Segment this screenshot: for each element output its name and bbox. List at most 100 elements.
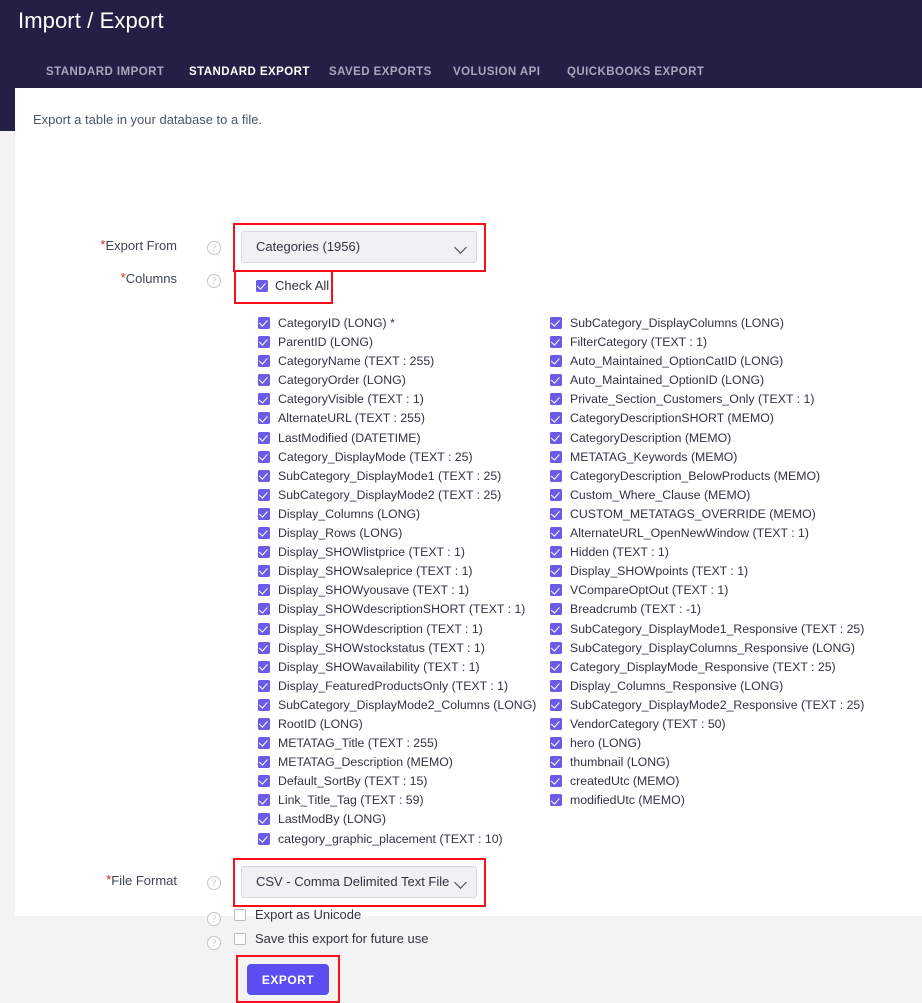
column-checkbox-item[interactable]: SubCategory_DisplayMode2_Responsive (TEX… [550, 696, 910, 715]
column-checkbox-item[interactable]: Display_SHOWdescriptionSHORT (TEXT : 1) [258, 600, 538, 619]
export-as-unicode-checkbox[interactable]: Export as Unicode [234, 907, 361, 922]
column-checkbox-item[interactable]: AlternateURL_OpenNewWindow (TEXT : 1) [550, 524, 910, 543]
column-checkbox-item[interactable]: Display_SHOWlistprice (TEXT : 1) [258, 543, 538, 562]
column-checkbox-item[interactable]: Display_SHOWavailability (TEXT : 1) [258, 658, 538, 677]
column-checkbox-item[interactable]: ParentID (LONG) [258, 333, 538, 352]
column-checkbox-item[interactable]: AlternateURL (TEXT : 255) [258, 409, 538, 428]
column-checkbox-item[interactable]: Custom_Where_Clause (MEMO) [550, 486, 910, 505]
checkbox-glyph [550, 355, 562, 368]
column-checkbox-item[interactable]: SubCategory_DisplayMode1_Responsive (TEX… [550, 620, 910, 639]
column-checkbox-item[interactable]: LastModBy (LONG) [258, 810, 538, 829]
column-checkbox-item[interactable]: Display_Columns (LONG) [258, 505, 538, 524]
question-mark-icon[interactable]: ? [207, 241, 221, 255]
tab-volusion-api[interactable]: VOLUSION API [453, 60, 540, 88]
column-checkbox-item[interactable]: Hidden (TEXT : 1) [550, 543, 910, 562]
column-checkbox-item[interactable]: CategoryVisible (TEXT : 1) [258, 390, 538, 409]
column-label: LastModified (DATETIME) [278, 430, 421, 445]
column-label: SubCategory_DisplayMode2_Columns (LONG) [278, 697, 537, 712]
question-mark-icon[interactable]: ? [207, 936, 221, 950]
column-checkbox-item[interactable]: LastModified (DATETIME) [258, 429, 538, 448]
column-checkbox-item[interactable]: METATAG_Title (TEXT : 255) [258, 734, 538, 753]
checkbox-glyph [550, 660, 562, 673]
column-label: Category_DisplayMode (TEXT : 25) [278, 449, 473, 464]
tab-bar: STANDARD IMPORT STANDARD EXPORT SAVED EX… [0, 60, 922, 93]
question-mark-icon[interactable]: ? [207, 876, 221, 890]
checkbox-glyph [258, 393, 270, 406]
column-checkbox-item[interactable]: createdUtc (MEMO) [550, 772, 910, 791]
column-checkbox-item[interactable]: METATAG_Keywords (MEMO) [550, 448, 910, 467]
check-all-label: Check All [275, 278, 330, 293]
tab-standard-import[interactable]: STANDARD IMPORT [46, 60, 164, 88]
save-export-label: Save this export for future use [255, 931, 429, 946]
column-checkbox-item[interactable]: Category_DisplayMode (TEXT : 25) [258, 448, 538, 467]
column-checkbox-item[interactable]: VendorCategory (TEXT : 50) [550, 715, 910, 734]
column-label: METATAG_Title (TEXT : 255) [278, 736, 438, 751]
required-asterisk: * [106, 872, 112, 887]
column-checkbox-item[interactable]: Category_DisplayMode_Responsive (TEXT : … [550, 658, 910, 677]
column-checkbox-item[interactable]: SubCategory_DisplayMode1 (TEXT : 25) [258, 467, 538, 486]
column-checkbox-item[interactable]: Breadcrumb (TEXT : -1) [550, 600, 910, 619]
column-checkbox-item[interactable]: SubCategory_DisplayColumns (LONG) [550, 314, 910, 333]
question-mark-icon[interactable]: ? [207, 912, 221, 926]
column-checkbox-item[interactable]: CategoryDescriptionSHORT (MEMO) [550, 409, 910, 428]
column-checkbox-item[interactable]: CategoryDescription_BelowProducts (MEMO) [550, 467, 910, 486]
column-checkbox-item[interactable]: CategoryDescription (MEMO) [550, 429, 910, 448]
export-button[interactable]: EXPORT [247, 964, 329, 995]
column-checkbox-item[interactable]: SubCategory_DisplayMode2 (TEXT : 25) [258, 486, 538, 505]
checkbox-glyph [258, 679, 270, 692]
check-all-checkbox[interactable]: Check All [256, 278, 329, 293]
column-label: ParentID (LONG) [278, 335, 373, 350]
column-checkbox-item[interactable]: Display_SHOWsaleprice (TEXT : 1) [258, 562, 538, 581]
column-checkbox-item[interactable]: Link_Title_Tag (TEXT : 59) [258, 791, 538, 810]
column-checkbox-item[interactable]: Auto_Maintained_OptionID (LONG) [550, 371, 910, 390]
tab-label: STANDARD IMPORT [46, 66, 165, 78]
column-checkbox-item[interactable]: SubCategory_DisplayColumns_Responsive (L… [550, 639, 910, 658]
checkbox-glyph [550, 737, 562, 750]
column-checkbox-item[interactable]: Display_SHOWstockstatus (TEXT : 1) [258, 639, 538, 658]
column-checkbox-item[interactable]: RootID (LONG) [258, 715, 538, 734]
column-checkbox-item[interactable]: Display_Columns_Responsive (LONG) [550, 677, 910, 696]
column-checkbox-item[interactable]: Display_Rows (LONG) [258, 524, 538, 543]
tab-standard-export[interactable]: STANDARD EXPORT [181, 60, 318, 93]
checkbox-glyph [550, 603, 562, 616]
checkbox-glyph [550, 546, 562, 559]
checkbox-glyph [550, 469, 562, 482]
column-checkbox-item[interactable]: Display_SHOWdescription (TEXT : 1) [258, 620, 538, 639]
checkbox-glyph [258, 431, 270, 444]
column-checkbox-item[interactable]: Default_SortBy (TEXT : 15) [258, 772, 538, 791]
columns-list-left: CategoryID (LONG) * ParentID (LONG) Catego… [258, 314, 538, 849]
checkbox-glyph [550, 584, 562, 597]
column-label: CategoryID (LONG) * [278, 316, 395, 330]
column-checkbox-item[interactable]: CategoryOrder (LONG) [258, 371, 538, 390]
column-checkbox-item[interactable]: Display_FeaturedProductsOnly (TEXT : 1) [258, 677, 538, 696]
export-from-select[interactable]: Categories (1956) [241, 231, 477, 263]
column-checkbox-item[interactable]: Display_SHOWpoints (TEXT : 1) [550, 562, 910, 581]
column-checkbox-item[interactable]: METATAG_Description (MEMO) [258, 753, 538, 772]
column-checkbox-item[interactable]: CUSTOM_METATAGS_OVERRIDE (MEMO) [550, 505, 910, 524]
column-checkbox-item[interactable]: SubCategory_DisplayMode2_Columns (LONG) [258, 696, 538, 715]
column-checkbox-item[interactable]: modifiedUtc (MEMO) [550, 791, 910, 810]
column-label: METATAG_Keywords (MEMO) [570, 449, 738, 464]
column-label: Custom_Where_Clause (MEMO) [570, 487, 751, 502]
column-checkbox-item[interactable]: thumbnail (LONG) [550, 753, 910, 772]
column-checkbox-item[interactable]: VCompareOptOut (TEXT : 1) [550, 581, 910, 600]
question-mark-icon[interactable]: ? [207, 274, 221, 288]
checkbox-glyph [550, 527, 562, 540]
column-checkbox-item[interactable]: CategoryName (TEXT : 255) [258, 352, 538, 371]
tab-saved-exports[interactable]: SAVED EXPORTS [329, 60, 432, 88]
save-export-checkbox[interactable]: Save this export for future use [234, 931, 428, 946]
file-format-select[interactable]: CSV - Comma Delimited Text File [241, 866, 477, 898]
checkbox-glyph [550, 336, 562, 349]
checkbox-glyph [258, 412, 270, 425]
column-checkbox-item[interactable]: Display_SHOWyousave (TEXT : 1) [258, 581, 538, 600]
checkbox-glyph [550, 374, 562, 387]
tab-quickbooks-export[interactable]: QUICKBOOKS EXPORT [567, 60, 704, 88]
column-checkbox-item[interactable]: hero (LONG) [550, 734, 910, 753]
column-checkbox-item[interactable]: Private_Section_Customers_Only (TEXT : 1… [550, 390, 910, 409]
column-checkbox-item[interactable]: FilterCategory (TEXT : 1) [550, 333, 910, 352]
column-checkbox-item[interactable]: category_graphic_placement (TEXT : 10) [258, 830, 538, 849]
page-title: Import / Export [18, 8, 164, 33]
checkbox-glyph [258, 832, 270, 845]
column-checkbox-item[interactable]: Auto_Maintained_OptionCatID (LONG) [550, 352, 910, 371]
column-checkbox-item[interactable]: CategoryID (LONG) * [258, 314, 538, 333]
